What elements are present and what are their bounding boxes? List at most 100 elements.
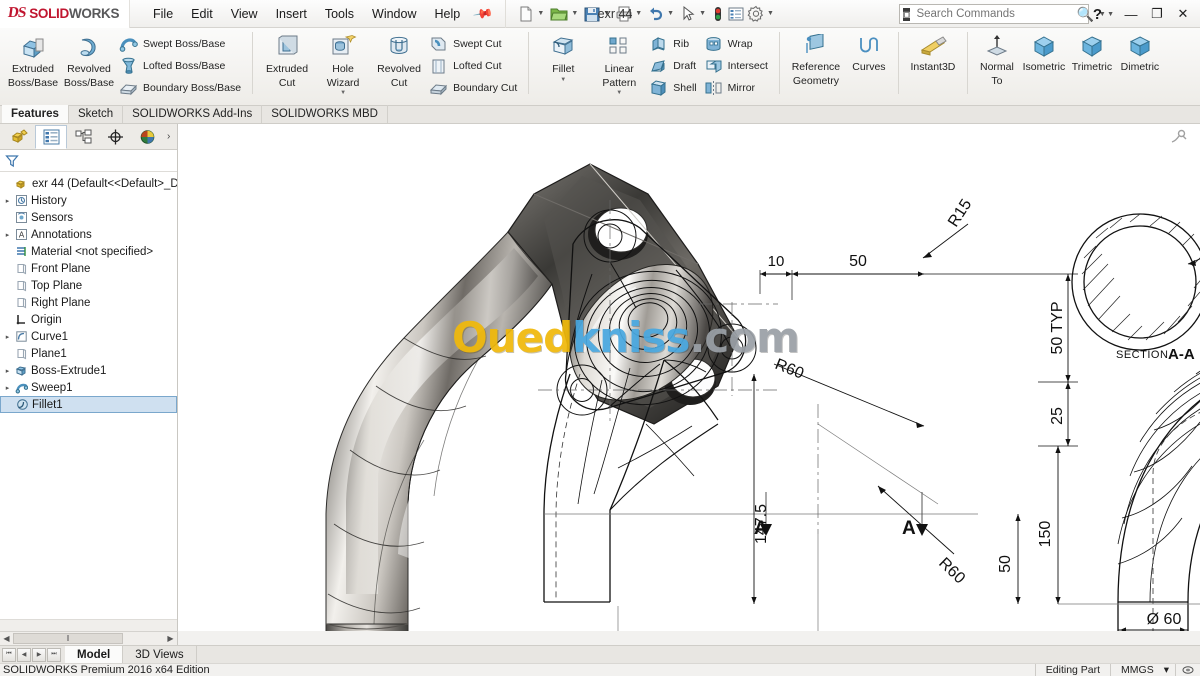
lofted-boss-base-button[interactable]: Lofted Boss/Base — [117, 55, 246, 77]
new-document-button[interactable] — [516, 3, 536, 25]
tab-nav-first[interactable]: ⏮ — [2, 648, 16, 662]
status-units[interactable]: MMGS — [1110, 664, 1164, 676]
new-document-caret[interactable]: ▼ — [537, 10, 544, 17]
display-manager-tab[interactable] — [131, 125, 163, 149]
revolved-boss-base-button[interactable]: Revolved Boss/Base — [61, 30, 117, 89]
tree-item-fillet1[interactable]: Fillet1 — [0, 396, 177, 413]
tree-item-annotations[interactable]: ▸ A Annotations — [0, 226, 177, 243]
feature-panel-splitter[interactable] — [0, 619, 177, 631]
tree-item-boss-extrude1[interactable]: ▸ Boss-Extrude1 — [0, 362, 177, 379]
options-caret[interactable]: ▼ — [767, 10, 774, 17]
tree-item-part-root[interactable]: exr 44 (Default<<Default>_Displa — [0, 175, 177, 192]
feature-manager-tab[interactable] — [3, 125, 35, 149]
draft-button[interactable]: Draft — [647, 55, 701, 77]
tree-item-curve1[interactable]: ▸ Curve1 — [0, 328, 177, 345]
fillet-dropdown[interactable]: ▼ — [560, 77, 566, 83]
normal-to-button[interactable]: Normal To — [974, 30, 1020, 87]
boundary-cut-button[interactable]: Boundary Cut — [427, 77, 522, 99]
tree-item-sensors[interactable]: Sensors — [0, 209, 177, 226]
search-commands-box[interactable]: ▣ 🔍 ▼ — [899, 4, 1089, 24]
close-button[interactable]: ✕ — [1170, 0, 1196, 28]
pin-icon[interactable]: 📌 — [472, 2, 494, 24]
linear-pattern-button[interactable]: Linear Pattern ▼ — [591, 30, 647, 96]
boundary-boss-base-button[interactable]: Boundary Boss/Base — [117, 77, 246, 99]
tab-nav-next[interactable]: ▶ — [32, 648, 46, 662]
undo-caret[interactable]: ▼ — [667, 10, 674, 17]
open-document-button[interactable] — [548, 3, 570, 25]
expander-arrow[interactable]: ▸ — [3, 197, 12, 205]
menu-edit[interactable]: Edit — [182, 3, 222, 25]
fillet-button[interactable]: Fillet ▼ — [535, 30, 591, 83]
scroll-right-arrow[interactable]: ▶ — [164, 634, 177, 643]
tab-nav-last[interactable]: ⏭ — [47, 648, 61, 662]
instant3d-button[interactable]: Instant3D — [905, 30, 961, 74]
swept-boss-base-button[interactable]: Swept Boss/Base — [117, 33, 246, 55]
isometric-button[interactable]: Isometric — [1020, 30, 1068, 74]
save-caret[interactable]: ▼ — [603, 10, 610, 17]
lofted-cut-button[interactable]: Lofted Cut — [427, 55, 522, 77]
open-document-caret[interactable]: ▼ — [571, 10, 578, 17]
configuration-manager-tab[interactable] — [67, 125, 99, 149]
doc-tab-model[interactable]: Model — [65, 646, 123, 664]
tab-solidworks-mbd[interactable]: SOLIDWORKS MBD — [262, 105, 388, 123]
sketch-tool-icon[interactable] — [1169, 128, 1187, 146]
dimetric-button[interactable]: Dimetric — [1116, 30, 1164, 74]
dimxpert-manager-tab[interactable] — [99, 125, 131, 149]
tree-item-right-plane[interactable]: Right Plane — [0, 294, 177, 311]
select-caret[interactable]: ▼ — [699, 10, 706, 17]
intersect-button[interactable]: Intersect — [702, 55, 773, 77]
reference-geometry-button[interactable]: Reference Geometry — [786, 30, 846, 87]
menu-insert[interactable]: Insert — [267, 3, 316, 25]
tab-solidworks-add-ins[interactable]: SOLIDWORKS Add-Ins — [123, 105, 262, 123]
tab-nav-prev[interactable]: ◀ — [17, 648, 31, 662]
expander-arrow[interactable]: ▸ — [3, 333, 12, 341]
feature-manager-more-tabs[interactable]: › — [163, 131, 174, 142]
tree-item-plane1[interactable]: Plane1 — [0, 345, 177, 362]
help-button[interactable]: ? — [1089, 6, 1106, 23]
help-caret[interactable]: ▼ — [1107, 11, 1114, 18]
tree-item-origin[interactable]: Origin — [0, 311, 177, 328]
search-input[interactable] — [914, 7, 1072, 21]
expander-arrow[interactable]: ▸ — [3, 231, 12, 239]
menu-view[interactable]: View — [222, 3, 267, 25]
tree-item-sweep1[interactable]: ▸ Sweep1 — [0, 379, 177, 396]
save-button[interactable] — [582, 3, 602, 25]
hole-wizard-button[interactable]: Hole Wizard ▼ — [315, 30, 371, 96]
menu-file[interactable]: File — [144, 3, 182, 25]
graphics-area[interactable]: 10 50 R15 R60 — [178, 124, 1200, 631]
revolved-cut-button[interactable]: Revolved Cut — [371, 30, 427, 89]
mirror-button[interactable]: Mirror — [702, 77, 773, 99]
curves-button[interactable]: Curves — [846, 30, 892, 74]
select-button[interactable] — [678, 3, 698, 25]
linear-pattern-dropdown[interactable]: ▼ — [616, 90, 622, 96]
feature-tree-horizontal-scrollbar[interactable]: ◀ ‖ ▶ — [0, 631, 178, 645]
expander-arrow[interactable]: ▸ — [3, 367, 12, 375]
undo-button[interactable] — [646, 3, 666, 25]
shell-button[interactable]: Shell — [647, 77, 701, 99]
tree-item-top-plane[interactable]: Top Plane — [0, 277, 177, 294]
tree-item-history[interactable]: ▸ History — [0, 192, 177, 209]
print-caret[interactable]: ▼ — [635, 10, 642, 17]
scroll-left-arrow[interactable]: ◀ — [0, 634, 13, 643]
scroll-thumb[interactable]: ‖ — [13, 633, 123, 644]
hole-wizard-dropdown[interactable]: ▼ — [340, 90, 346, 96]
extruded-boss-base-button[interactable]: Extruded Boss/Base — [5, 30, 61, 89]
extruded-cut-button[interactable]: Extruded Cut — [259, 30, 315, 89]
property-manager-tab[interactable] — [35, 125, 67, 149]
restore-button[interactable]: ❐ — [1144, 0, 1170, 28]
tab-features[interactable]: Features — [2, 105, 69, 123]
swept-cut-button[interactable]: Swept Cut — [427, 33, 522, 55]
tree-item-material[interactable]: Material <not specified> — [0, 243, 177, 260]
trimetric-button[interactable]: Trimetric — [1068, 30, 1116, 74]
expander-arrow[interactable]: ▸ — [3, 384, 12, 392]
menu-help[interactable]: Help — [426, 3, 470, 25]
tab-sketch[interactable]: Sketch — [69, 105, 123, 123]
rib-button[interactable]: Rib — [647, 33, 701, 55]
menu-window[interactable]: Window — [363, 3, 425, 25]
menu-tools[interactable]: Tools — [316, 3, 363, 25]
print-button[interactable] — [614, 3, 634, 25]
minimize-button[interactable]: — — [1118, 0, 1144, 28]
doc-tab-3d-views[interactable]: 3D Views — [123, 646, 196, 664]
status-units-caret[interactable]: ▾ — [1164, 664, 1175, 676]
feature-tree-filter[interactable] — [0, 150, 177, 172]
